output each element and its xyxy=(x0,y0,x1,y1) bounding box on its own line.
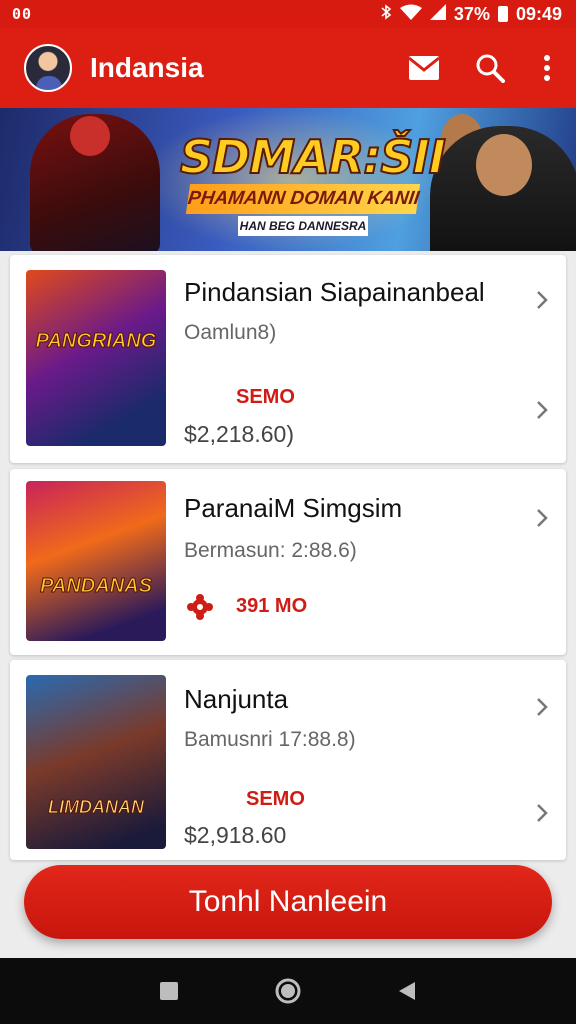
primary-cta-button[interactable]: Tonhl Nanleein xyxy=(24,865,552,939)
system-nav-bar xyxy=(0,958,576,1024)
chevron-right-icon[interactable] xyxy=(532,503,552,533)
status-indicators: 37% 09:49 xyxy=(380,3,562,25)
item-title: ParanaiM Simgsim xyxy=(184,493,403,523)
recents-square-icon[interactable] xyxy=(149,971,189,1011)
chevron-right-icon[interactable] xyxy=(532,285,552,315)
banner-small-text: HAN BEG DANNESRA xyxy=(238,216,368,236)
chevron-right-icon[interactable] xyxy=(532,395,552,425)
promo-banner[interactable]: SDMAR:ŠII PHAMANN DOMAN KANII HAN BEG DA… xyxy=(0,108,576,251)
banner-title: SDMAR:ŠII xyxy=(179,129,447,185)
banner-hero-figure xyxy=(30,114,160,251)
list-item[interactable]: PANDANAS ParanaiM Simgsim Bermasun: 2:88… xyxy=(10,469,566,655)
banner-subtitle: PHAMANN DOMAN KANII xyxy=(185,184,421,214)
thumbnail-logo: LIMDANAN xyxy=(48,797,145,818)
item-thumbnail: LIMDANAN xyxy=(26,675,166,849)
app-bar: Indansia xyxy=(0,28,576,108)
item-title: Pindansian Siapainanbeal xyxy=(184,277,485,307)
mail-icon[interactable] xyxy=(400,44,448,92)
item-thumbnail: PANGRIANG xyxy=(26,270,166,446)
status-time: 09:49 xyxy=(515,3,562,24)
item-price: $2,918.60 xyxy=(184,822,287,848)
item-thumbnail: PANDANAS xyxy=(26,481,166,641)
item-tag: 391 MO xyxy=(236,595,308,617)
thumbnail-logo: PANDANAS xyxy=(40,575,153,598)
item-tag: SEMO xyxy=(246,788,305,810)
item-price: $2,218.60) xyxy=(184,421,294,447)
banner-hero-head xyxy=(70,116,110,156)
wifi-icon xyxy=(399,4,422,25)
list-item[interactable]: LIMDANAN Nanjunta Bamusnri 17:88.8) SEMO… xyxy=(10,660,566,860)
item-subtitle: Bamusnri 17:88.8) xyxy=(184,728,356,751)
search-icon[interactable] xyxy=(466,44,514,92)
thumbnail-logo: PANGRIANG xyxy=(35,330,157,353)
chevron-right-icon[interactable] xyxy=(532,692,552,722)
home-circle-icon[interactable] xyxy=(268,971,308,1011)
app-title: Indansia xyxy=(90,52,204,83)
item-title: Nanjunta xyxy=(184,684,289,714)
avatar[interactable] xyxy=(24,44,72,92)
signal-icon xyxy=(429,3,446,25)
item-subtitle: Bermasun: 2:88.6) xyxy=(184,539,357,562)
chevron-right-icon[interactable] xyxy=(532,798,552,828)
banner-man-face xyxy=(476,134,532,196)
bluetooth-icon xyxy=(380,4,392,24)
banner-man-figure xyxy=(430,126,576,251)
status-left-text: 00 xyxy=(12,5,33,23)
list-item[interactable]: PANGRIANG Pindansian Siapainanbeal Oamlu… xyxy=(10,255,566,463)
item-subtitle: Oamlun8) xyxy=(184,321,277,344)
status-bar: 00 37% 09:49 xyxy=(0,0,576,28)
battery-percent: 37% xyxy=(453,3,490,24)
battery-icon xyxy=(497,6,508,22)
gear-icon xyxy=(186,593,214,626)
back-triangle-icon[interactable] xyxy=(387,971,427,1011)
item-tag: SEMO xyxy=(236,386,295,408)
more-vert-icon[interactable] xyxy=(532,44,562,92)
